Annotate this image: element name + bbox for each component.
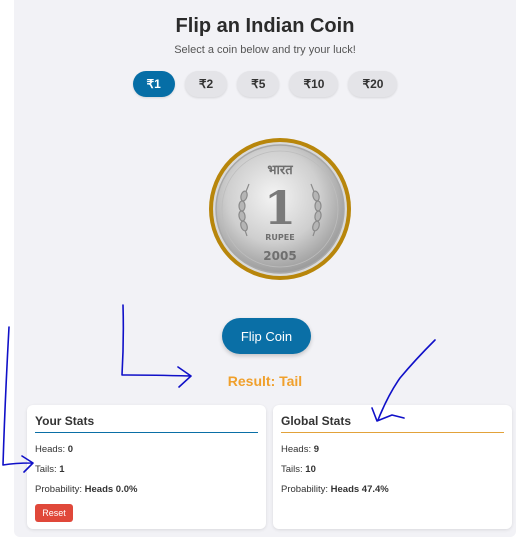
global-probability-stat: Probability: Heads 47.4% [281,484,389,495]
your-heads-stat: Heads: 0 [35,444,74,455]
your-stats-title: Your Stats [35,414,258,433]
denom-button-5[interactable]: ₹5 [237,71,280,97]
your-stats-card: Your Stats Heads: 0 Tails: 1 Probability… [27,405,266,529]
coin-image: भारत 1 RUPEE 2005 [207,136,353,282]
coin-flip-panel: Flip an Indian Coin Select a coin below … [14,0,516,537]
coin-denomination-word: RUPEE [265,233,294,242]
denomination-selector: ₹1 ₹2 ₹5 ₹10 ₹20 [14,71,516,97]
flip-coin-button[interactable]: Flip Coin [222,318,311,354]
result-text: Result: Tail [227,373,303,389]
denom-button-10[interactable]: ₹10 [289,71,339,97]
global-heads-stat: Heads: 9 [281,444,320,455]
denom-button-1[interactable]: ₹1 [132,71,175,97]
page-subtitle: Select a coin below and try your luck! [174,44,356,56]
your-tails-stat: Tails: 1 [35,464,65,475]
global-stats-title: Global Stats [281,414,504,433]
global-tails-stat: Tails: 10 [281,464,316,475]
coin-top-text: भारत [267,163,293,178]
coin-value: 1 [264,181,296,235]
coin-year: 2005 [263,249,296,263]
denom-button-20[interactable]: ₹20 [348,71,398,97]
coin-icon: भारत 1 RUPEE 2005 [209,138,351,280]
your-probability-stat: Probability: Heads 0.0% [35,484,138,495]
page-title: Flip an Indian Coin [175,15,355,37]
denom-button-2[interactable]: ₹2 [184,71,228,97]
reset-button[interactable]: Reset [35,504,73,522]
global-stats-card: Global Stats Heads: 9 Tails: 10 Probabil… [273,405,512,529]
